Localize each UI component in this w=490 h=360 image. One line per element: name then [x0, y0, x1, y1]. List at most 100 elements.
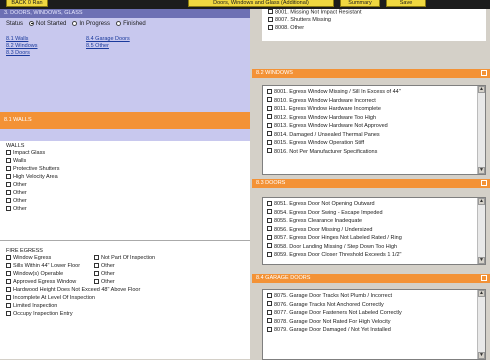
link-walls[interactable]: 8.1 Walls — [6, 36, 86, 42]
walls-item[interactable]: Protective Shutters — [0, 165, 250, 173]
egress-item[interactable]: Incomplete At Level Of Inspection — [0, 294, 250, 302]
list-item[interactable]: 8012. Egress Window Hardware Too High — [263, 114, 485, 123]
checkbox-icon[interactable] — [94, 270, 99, 276]
collapse-icon[interactable] — [481, 180, 487, 186]
egress-item[interactable]: Window Egress — [0, 254, 88, 262]
walls-item[interactable]: High Velocity Area — [0, 173, 250, 181]
list-item[interactable]: 8054. Egress Door Swing - Escape Impeded — [263, 209, 485, 218]
checkbox-icon[interactable] — [6, 302, 11, 308]
list-item[interactable]: 8011. Egress Window Hardware Incomplete — [263, 105, 485, 114]
checkbox-icon[interactable] — [6, 197, 11, 203]
checkbox-icon[interactable] — [6, 270, 11, 276]
back-button[interactable]: BACK 0 Ran — [6, 0, 48, 7]
list-item[interactable]: 8013. Egress Window Hardware Not Approve… — [263, 122, 485, 131]
egress-item[interactable]: Window(s) Operable — [0, 270, 88, 278]
link-doors[interactable]: 8.3 Doors — [6, 50, 86, 56]
list-item[interactable]: 8057. Egress Door Hinges Not Labeled Rat… — [263, 234, 485, 243]
scroll-up-icon[interactable]: ▲ — [478, 86, 485, 93]
checkbox-icon[interactable] — [267, 131, 272, 136]
list-item[interactable]: 8016. Not Per Manufacturer Specification… — [263, 148, 485, 157]
checkbox-icon[interactable] — [267, 209, 272, 214]
checkbox-icon[interactable] — [6, 262, 11, 268]
egress-item[interactable]: Occupy Inspection Entry — [0, 310, 250, 318]
egress-item[interactable]: Other — [88, 270, 228, 278]
walls-item[interactable]: Walls — [0, 157, 250, 165]
walls-item[interactable]: Other — [0, 181, 250, 189]
checkbox-icon[interactable] — [267, 251, 272, 257]
link-other[interactable]: 8.5 Other — [86, 43, 166, 49]
checkbox-icon[interactable] — [6, 294, 11, 300]
checkbox-icon[interactable] — [268, 9, 273, 14]
list-item[interactable]: 8055. Egress Clearance Inadequate — [263, 217, 485, 226]
walls-item[interactable]: Impact Glass — [0, 149, 250, 157]
checkbox-icon[interactable] — [6, 149, 11, 155]
list-item[interactable]: 8079. Garage Door Damaged / Not Yet Inst… — [263, 326, 485, 335]
egress-item[interactable]: Limited Inspection — [0, 302, 250, 310]
checkbox-icon[interactable] — [6, 181, 11, 187]
checkbox-icon[interactable] — [94, 262, 99, 268]
egress-item[interactable]: Not Part Of Inspection — [88, 254, 228, 262]
checkbox-icon[interactable] — [267, 139, 272, 145]
checkbox-icon[interactable] — [267, 301, 272, 306]
scrollbar[interactable]: ▲ ▼ — [477, 290, 485, 359]
checkbox-icon[interactable] — [6, 254, 11, 260]
section-button[interactable]: Doors, Windows and Glass (Additional) — [188, 0, 334, 7]
checkbox-icon[interactable] — [267, 217, 272, 223]
status-option-not-started[interactable]: Not Started — [29, 20, 66, 27]
checkbox-icon[interactable] — [267, 200, 272, 206]
checkbox-icon[interactable] — [6, 205, 11, 211]
checkbox-icon[interactable] — [6, 173, 11, 179]
walls-item[interactable]: Other — [0, 189, 250, 197]
list-item[interactable]: 8007. Shutters Missing — [262, 16, 486, 24]
checkbox-icon[interactable] — [267, 326, 272, 332]
checkbox-icon[interactable] — [267, 122, 272, 128]
checkbox-icon[interactable] — [94, 254, 99, 260]
checkbox-icon[interactable] — [267, 114, 272, 119]
summary-button[interactable]: Summary — [340, 0, 380, 7]
scroll-down-icon[interactable]: ▼ — [478, 167, 485, 174]
checkbox-icon[interactable] — [94, 278, 99, 284]
scrollbar[interactable]: ▲ ▼ — [477, 198, 485, 264]
checkbox-icon[interactable] — [267, 234, 272, 240]
list-item[interactable]: 8077. Garage Door Fasteners Not Labeled … — [263, 309, 485, 318]
list-item[interactable]: 8001. Egress Window Missing / Sill In Ex… — [263, 88, 485, 97]
checkbox-icon[interactable] — [6, 157, 11, 163]
checkbox-icon[interactable] — [267, 309, 272, 315]
checkbox-icon[interactable] — [267, 318, 272, 323]
list-item[interactable]: 8008. Other — [262, 24, 486, 32]
scroll-up-icon[interactable]: ▲ — [478, 198, 485, 205]
checkbox-icon[interactable] — [6, 278, 11, 284]
egress-item[interactable]: Other — [88, 278, 228, 286]
status-option-in-progress[interactable]: In Progress — [72, 20, 110, 27]
scroll-up-icon[interactable]: ▲ — [478, 290, 485, 297]
collapse-icon[interactable] — [481, 70, 487, 76]
list-item[interactable]: 8056. Egress Door Missing / Undersized — [263, 226, 485, 235]
checkbox-icon[interactable] — [267, 88, 272, 94]
egress-item[interactable]: Other — [88, 262, 228, 270]
save-button[interactable]: Save — [386, 0, 426, 7]
checkbox-icon[interactable] — [267, 226, 272, 231]
checkbox-icon[interactable] — [6, 310, 11, 316]
collapse-icon[interactable] — [481, 275, 487, 281]
link-windows[interactable]: 8.2 Windows — [6, 43, 86, 49]
checkbox-icon[interactable] — [6, 189, 11, 195]
walls-item[interactable]: Other — [0, 197, 250, 205]
status-option-finished[interactable]: Finished — [116, 20, 146, 27]
egress-item[interactable]: Sills Within 44" Lower Floor — [0, 262, 88, 270]
scroll-down-icon[interactable]: ▼ — [478, 352, 485, 359]
checkbox-icon[interactable] — [6, 286, 11, 292]
link-garage-doors[interactable]: 8.4 Garage Doors — [86, 36, 166, 42]
checkbox-icon[interactable] — [268, 16, 273, 22]
egress-item[interactable]: Approved Egress Window — [0, 278, 88, 286]
checkbox-icon[interactable] — [267, 105, 272, 111]
checkbox-icon[interactable] — [267, 148, 272, 153]
egress-item[interactable]: Hardwood Height Does Not Exceed 48" Abov… — [0, 286, 250, 294]
list-item[interactable]: 8059. Egress Door Closer Threshold Excee… — [263, 251, 485, 260]
scrollbar[interactable]: ▲ ▼ — [477, 86, 485, 174]
checkbox-icon[interactable] — [267, 97, 272, 102]
list-item[interactable]: 8075. Garage Door Tracks Not Plumb / Inc… — [263, 292, 485, 301]
scroll-down-icon[interactable]: ▼ — [478, 257, 485, 264]
list-item[interactable]: 8001. Missing Not Impact Resistant — [262, 9, 486, 16]
checkbox-icon[interactable] — [6, 165, 11, 171]
list-item[interactable]: 8076. Garage Tracks Not Anchored Correct… — [263, 301, 485, 310]
